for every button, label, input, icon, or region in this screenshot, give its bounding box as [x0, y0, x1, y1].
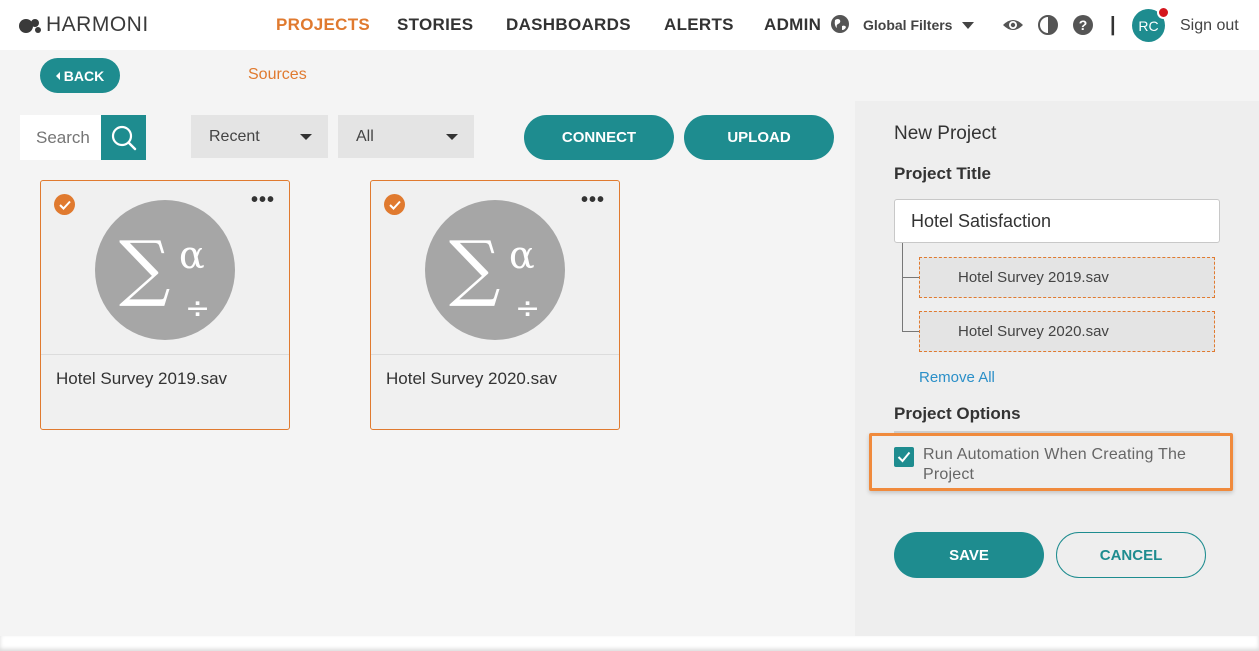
- statistics-file-icon: ∑ α ÷: [95, 200, 235, 340]
- upload-button[interactable]: UPLOAD: [684, 115, 834, 160]
- tree-connector: [902, 331, 919, 332]
- back-button[interactable]: BACK: [40, 58, 120, 93]
- sign-out-link[interactable]: Sign out: [1180, 17, 1239, 35]
- app-root: HARMONI PROJECTS STORIES DASHBOARDS ALER…: [0, 0, 1259, 651]
- selected-check-icon[interactable]: [54, 194, 75, 215]
- statistics-file-icon: ∑ α ÷: [425, 200, 565, 340]
- nav-projects[interactable]: PROJECTS: [276, 15, 370, 35]
- svg-text:÷: ÷: [515, 291, 540, 326]
- selected-source-item[interactable]: Hotel Survey 2020.sav: [919, 311, 1215, 352]
- project-title-label: Project Title: [894, 164, 991, 183]
- bottom-edge: [0, 636, 1259, 651]
- svg-text:∑: ∑: [119, 225, 170, 309]
- new-project-panel: New Project Project Title Hotel Survey 2…: [855, 101, 1259, 636]
- search-field: [20, 115, 101, 160]
- save-button[interactable]: SAVE: [894, 532, 1044, 578]
- run-automation-label[interactable]: Run Automation When Creating The Project: [923, 445, 1223, 485]
- logo-mark-icon: [19, 19, 41, 33]
- card-title: Hotel Survey 2020.sav: [386, 369, 558, 388]
- svg-text:?: ?: [1079, 17, 1088, 33]
- svg-text:÷: ÷: [185, 291, 210, 326]
- sub-header: BACK Sources: [0, 50, 1259, 101]
- svg-text:α: α: [179, 233, 205, 277]
- selected-source-name: Hotel Survey 2019.sav: [958, 269, 1109, 286]
- sort-dropdown[interactable]: Recent: [191, 115, 328, 158]
- remove-all-link[interactable]: Remove All: [919, 369, 995, 386]
- nav-separator: |: [1110, 14, 1116, 36]
- panel-heading: New Project: [894, 123, 997, 144]
- sort-value: Recent: [209, 127, 260, 145]
- svg-text:∑: ∑: [449, 225, 500, 309]
- eye-icon[interactable]: [1002, 16, 1024, 39]
- help-icon[interactable]: ?: [1073, 15, 1093, 40]
- breadcrumb-sources[interactable]: Sources: [248, 66, 307, 84]
- checkmark-icon: [897, 451, 911, 463]
- connect-button[interactable]: CONNECT: [524, 115, 674, 160]
- project-title-input[interactable]: [894, 199, 1220, 243]
- selected-check-icon[interactable]: [384, 194, 405, 215]
- avatar-initials: RC: [1138, 17, 1159, 34]
- search-input[interactable]: [36, 127, 96, 148]
- logo-text: HARMONI: [46, 13, 149, 36]
- type-filter-dropdown[interactable]: All: [338, 115, 474, 158]
- card-title: Hotel Survey 2019.sav: [56, 369, 228, 388]
- globe-icon[interactable]: [830, 14, 850, 39]
- card-thumbnail-area: ••• ∑ α ÷: [41, 181, 289, 355]
- more-options-icon[interactable]: •••: [251, 190, 275, 210]
- card-thumbnail-area: ••• ∑ α ÷: [371, 181, 619, 355]
- notification-dot: [1157, 6, 1170, 19]
- type-filter-value: All: [356, 127, 374, 145]
- search-icon: [111, 125, 136, 150]
- chevron-left-icon: [55, 71, 60, 80]
- nav-stories[interactable]: STORIES: [397, 15, 473, 35]
- back-label: BACK: [63, 67, 105, 84]
- run-automation-checkbox[interactable]: [894, 447, 914, 467]
- nav-dashboards[interactable]: DASHBOARDS: [506, 15, 631, 35]
- cancel-button[interactable]: CANCEL: [1056, 532, 1206, 578]
- caret-down-icon: [446, 134, 458, 140]
- source-card[interactable]: ••• ∑ α ÷ Hotel Survey 2020.sav: [370, 180, 620, 430]
- sources-main-area: Recent All CONNECT UPLOAD ••• ∑ α ÷: [0, 101, 855, 636]
- global-filters-dropdown[interactable]: Global Filters: [863, 17, 975, 33]
- svg-text:α: α: [509, 233, 535, 277]
- tree-connector: [902, 243, 903, 331]
- global-filters-label: Global Filters: [863, 17, 953, 33]
- tree-connector: [902, 277, 919, 278]
- project-options-label: Project Options: [894, 404, 1021, 423]
- nav-admin[interactable]: ADMIN: [764, 15, 821, 35]
- selected-source-name: Hotel Survey 2020.sav: [958, 323, 1109, 340]
- more-options-icon[interactable]: •••: [581, 190, 605, 210]
- nav-alerts[interactable]: ALERTS: [664, 15, 734, 35]
- contrast-icon[interactable]: [1038, 15, 1058, 40]
- search-button[interactable]: [101, 115, 146, 160]
- selected-source-item[interactable]: Hotel Survey 2019.sav: [919, 257, 1215, 298]
- top-navigation: HARMONI PROJECTS STORIES DASHBOARDS ALER…: [0, 0, 1259, 50]
- source-card[interactable]: ••• ∑ α ÷ Hotel Survey 2019.sav: [40, 180, 290, 430]
- caret-down-icon: [300, 134, 312, 140]
- harmoni-logo[interactable]: HARMONI: [18, 13, 149, 37]
- chevron-down-icon: [962, 21, 975, 29]
